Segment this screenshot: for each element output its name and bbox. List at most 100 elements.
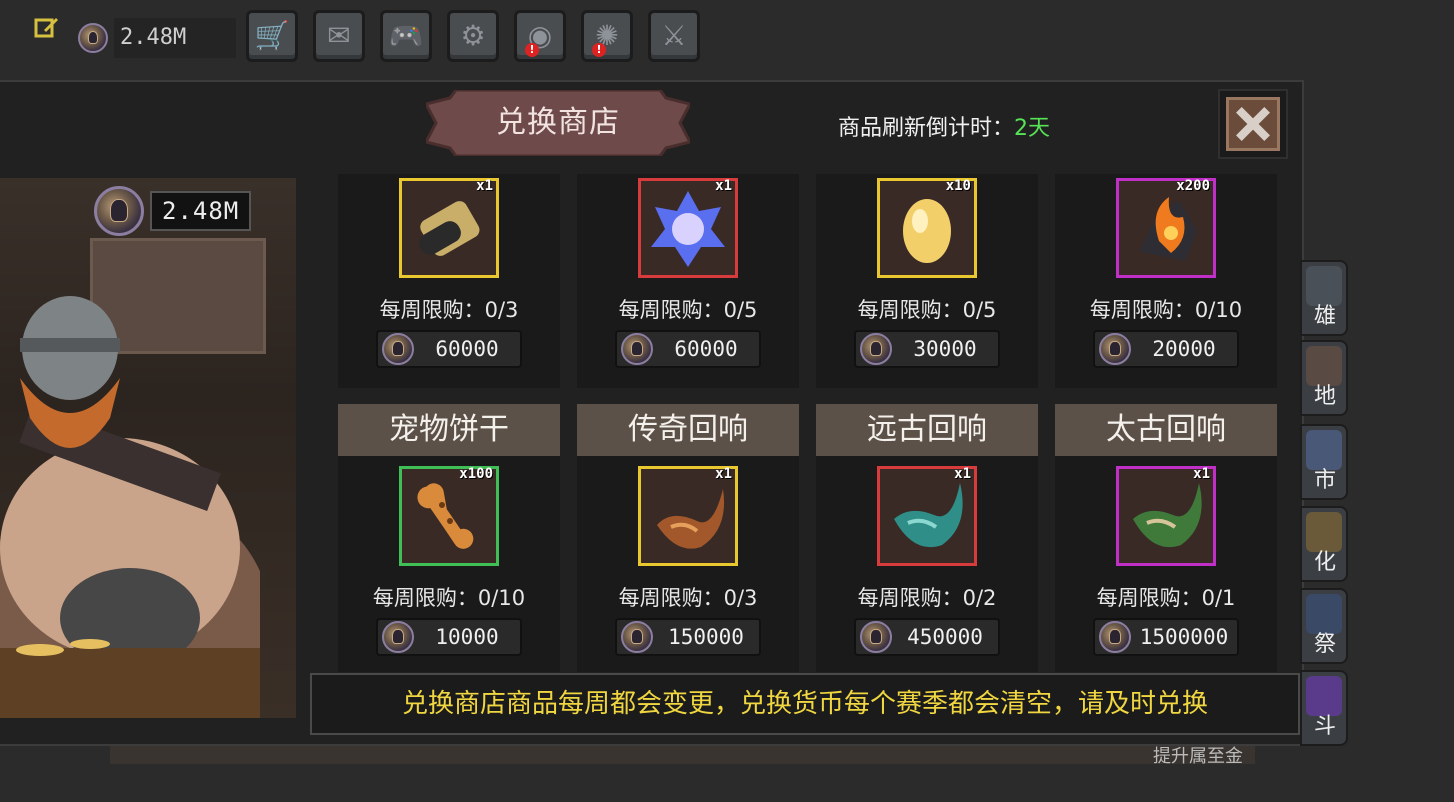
side-menu-label: 祭: [1313, 632, 1336, 657]
refresh-days: 2天: [1014, 116, 1051, 141]
gamepad-icon: 🎮: [388, 19, 424, 52]
shop-title: 兑换商店: [496, 105, 620, 140]
buy-price-button[interactable]: 1500000: [1093, 618, 1239, 656]
helmet-coin-icon: [1099, 621, 1131, 653]
item-icon-frame[interactable]: x1: [1116, 466, 1216, 566]
top-currency-display: 2.48M: [78, 18, 236, 58]
mail-icon: ✉: [327, 19, 351, 52]
close-button[interactable]: [1218, 89, 1288, 159]
item-quantity: x1: [715, 466, 732, 482]
side-menu-button[interactable]: 祭: [1300, 588, 1348, 664]
item-quantity: x1: [1193, 466, 1210, 482]
weekly-limit-text: 每周限购：0/2: [857, 586, 997, 610]
item-name-header: 太古回响: [1055, 404, 1277, 456]
refresh-label: 商品刷新倒计时：: [838, 116, 1015, 141]
settings-button[interactable]: ⚙: [447, 10, 499, 62]
helmet-coin-icon: [860, 621, 892, 653]
battle-button[interactable]: ⚔: [648, 10, 700, 62]
shop-item-card[interactable]: x200 每周限购：0/10 20000: [1055, 174, 1277, 388]
shop-item-card[interactable]: 远古回响 x1 每周限购：0/2 450000: [816, 404, 1038, 672]
shop-item-card[interactable]: x1 每周限购：0/5 60000: [577, 174, 799, 388]
item-quantity: x200: [1176, 178, 1210, 194]
buy-price-button[interactable]: 10000: [376, 618, 522, 656]
color-wheel-button[interactable]: ◉!: [514, 10, 566, 62]
item-quantity: x1: [715, 178, 732, 194]
price-value: 450000: [907, 625, 983, 649]
buy-price-button[interactable]: 450000: [854, 618, 1000, 656]
item-name-header: 传奇回响: [577, 404, 799, 456]
shop-notice: 兑换商店商品每周都会变更，兑换货币每个赛季都会清空，请及时兑换: [310, 673, 1300, 735]
item-icon-frame[interactable]: x1: [638, 178, 738, 278]
side-menu-button[interactable]: 化: [1300, 506, 1348, 582]
helmet-coin-icon: [860, 333, 892, 365]
side-menu-button[interactable]: 斗: [1300, 670, 1348, 746]
merchant-portrait: [0, 178, 296, 718]
buy-price-button[interactable]: 20000: [1093, 330, 1239, 368]
side-menu-button[interactable]: 地: [1300, 340, 1348, 416]
gamepad-button[interactable]: 🎮: [380, 10, 432, 62]
price-value: 150000: [668, 625, 744, 649]
buy-price-button[interactable]: 30000: [854, 330, 1000, 368]
weekly-limit-text: 每周限购：0/3: [379, 298, 519, 322]
shop-item-card[interactable]: 太古回响 x1 每周限购：0/1 1500000: [1055, 404, 1277, 672]
price-value: 30000: [913, 337, 977, 361]
alert-badge-icon: !: [592, 43, 606, 57]
weekly-limit-text: 每周限购：0/5: [857, 298, 997, 322]
golden-egg-icon: [903, 199, 951, 263]
item-icon-frame[interactable]: x100: [399, 466, 499, 566]
item-icon-frame[interactable]: x10: [877, 178, 977, 278]
gear-icon: ⚙: [460, 19, 486, 52]
shop-item-card[interactable]: x10 每周限购：0/5 30000: [816, 174, 1038, 388]
shop-item-card[interactable]: x1 每周限购：0/3 60000: [338, 174, 560, 388]
weekly-limit-text: 每周限购：0/10: [372, 586, 526, 610]
price-value: 20000: [1152, 337, 1216, 361]
price-value: 10000: [435, 625, 499, 649]
price-value: 1500000: [1139, 625, 1229, 649]
shop-item-card[interactable]: 宠物饼干 x100 每周限购：0/10 10000: [338, 404, 560, 672]
cart-icon: 🛒: [254, 19, 290, 52]
portrait-currency-display: 2.48M: [94, 186, 252, 236]
helmet-coin-icon: [1099, 333, 1131, 365]
bottom-strip: 提升属至金: [110, 746, 1255, 767]
horn-teal-icon: [894, 483, 963, 548]
dog-biscuit-icon: [417, 483, 474, 549]
price-value: 60000: [435, 337, 499, 361]
horn-orange-icon: [657, 489, 725, 549]
helmet-coin-icon: [382, 333, 414, 365]
fireworks-button[interactable]: ✺!: [581, 10, 633, 62]
crossed-swords-icon: ⚔: [661, 19, 687, 52]
viking-merchant-image: [0, 296, 260, 718]
shop-title-banner: 兑换商店: [426, 90, 690, 156]
side-menu-button[interactable]: 市: [1300, 424, 1348, 500]
flame-ore-icon: [1139, 197, 1197, 261]
helmet-coin-icon: [382, 621, 414, 653]
item-icon-frame[interactable]: x1: [399, 178, 499, 278]
item-name-header: 远古回响: [816, 404, 1038, 456]
side-menu-label: 地: [1313, 384, 1336, 409]
side-menu-label: 化: [1313, 550, 1336, 575]
weekly-limit-text: 每周限购：0/5: [618, 298, 758, 322]
weekly-limit-text: 每周限购：0/10: [1089, 298, 1243, 322]
price-value: 60000: [674, 337, 738, 361]
edit-icon[interactable]: [34, 14, 60, 40]
item-name-header: 宠物饼干: [338, 404, 560, 456]
item-quantity: x10: [945, 178, 971, 194]
side-menu-label: 雄: [1313, 304, 1336, 329]
blue-crystal-icon: [651, 191, 725, 267]
item-icon-frame[interactable]: x1: [877, 466, 977, 566]
item-quantity: x1: [476, 178, 493, 194]
buy-price-button[interactable]: 150000: [615, 618, 761, 656]
side-menu-button[interactable]: 雄: [1300, 260, 1348, 336]
shop-cart-button[interactable]: 🛒: [246, 10, 298, 62]
buy-price-button[interactable]: 60000: [376, 330, 522, 368]
helmet-coin-icon: [94, 186, 144, 236]
item-quantity: x100: [459, 466, 493, 482]
shop-item-card[interactable]: 传奇回响 x1 每周限购：0/3 150000: [577, 404, 799, 672]
refresh-countdown: 商品刷新倒计时：2天: [838, 110, 1050, 142]
item-icon-frame[interactable]: x1: [638, 466, 738, 566]
mail-button[interactable]: ✉: [313, 10, 365, 62]
item-icon-frame[interactable]: x200: [1116, 178, 1216, 278]
portrait-currency-value: 2.48M: [150, 191, 252, 231]
weekly-limit-text: 每周限购：0/1: [1096, 586, 1236, 610]
buy-price-button[interactable]: 60000: [615, 330, 761, 368]
